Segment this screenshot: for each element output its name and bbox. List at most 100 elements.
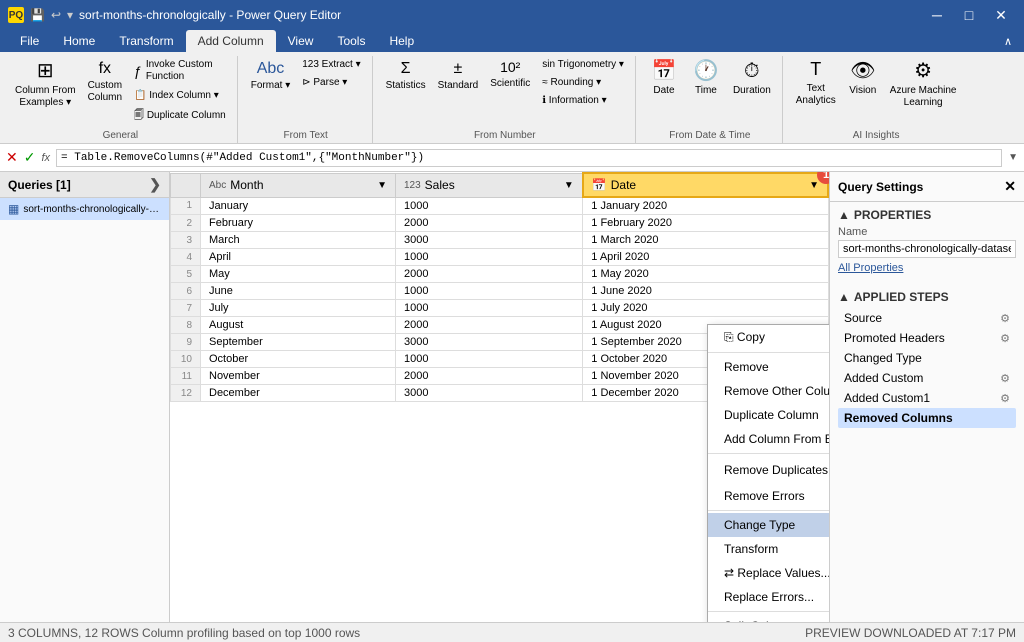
name-input[interactable] xyxy=(838,240,1016,258)
extract-button[interactable]: 123 Extract ▾ xyxy=(297,56,365,73)
table-row[interactable]: 1 January 1000 1 January 2020 xyxy=(171,197,829,215)
general-buttons: ⊞ Column FromExamples ▾ fx CustomColumn … xyxy=(10,56,231,128)
standard-label: Standard xyxy=(438,80,479,92)
step-removed-columns[interactable]: Removed Columns xyxy=(838,408,1016,428)
step-promoted-headers[interactable]: Promoted Headers ⚙ xyxy=(838,328,1016,348)
ribbon-group-ai: T TextAnalytics 👁 Vision ⚙ Azure Machine… xyxy=(785,56,968,143)
step-added-custom-gear[interactable]: ⚙ xyxy=(1000,372,1010,385)
duplicate-column-button[interactable]: 🗐 Duplicate Column xyxy=(129,105,231,128)
properties-section-title: ▲ PROPERTIES xyxy=(838,208,1016,222)
ctx-remove[interactable]: Remove xyxy=(708,355,829,379)
minimize-button[interactable]: ─ xyxy=(922,4,952,26)
formula-confirm[interactable]: ✓ xyxy=(24,149,36,166)
ctx-replace-errors[interactable]: Replace Errors... xyxy=(708,585,829,609)
tab-add-column[interactable]: Add Column xyxy=(186,30,276,52)
date-filter-icon[interactable]: ▼ xyxy=(809,180,819,191)
formula-cancel[interactable]: ✕ xyxy=(6,149,18,166)
formula-input[interactable] xyxy=(56,149,1002,167)
collapse-ribbon[interactable]: ∧ xyxy=(1004,35,1012,48)
query-settings-panel: Query Settings ✕ ▲ PROPERTIES Name All P… xyxy=(829,172,1024,622)
duration-button[interactable]: ⏱ Duration xyxy=(728,56,776,100)
step-added-custom[interactable]: Added Custom ⚙ xyxy=(838,368,1016,388)
col-header-rownum xyxy=(171,173,201,197)
general-label: General xyxy=(103,130,139,141)
scientific-button[interactable]: 10² Scientific xyxy=(485,56,535,93)
text-analytics-button[interactable]: T TextAnalytics xyxy=(791,56,841,110)
context-menu: ⎘ Copy Remove Remove Other Columns Dupli… xyxy=(707,324,829,622)
quick-save[interactable]: 💾 xyxy=(30,8,45,22)
col-header-month[interactable]: Abc Month ▼ xyxy=(201,173,396,197)
close-button[interactable]: ✕ xyxy=(986,4,1016,26)
quick-undo[interactable]: ↩ xyxy=(51,8,61,22)
tab-view[interactable]: View xyxy=(276,30,326,52)
tab-transform[interactable]: Transform xyxy=(107,30,185,52)
step-added-custom1-gear[interactable]: ⚙ xyxy=(1000,392,1010,405)
step-source-gear[interactable]: ⚙ xyxy=(1000,312,1010,325)
parse-button[interactable]: ⊳ Parse ▾ xyxy=(297,74,365,91)
tab-help[interactable]: Help xyxy=(377,30,426,52)
ctx-split-column[interactable]: Split Column ▶ xyxy=(708,614,829,622)
table-row[interactable]: 7 July 1000 1 July 2020 xyxy=(171,300,829,317)
ctx-remove-label: Remove xyxy=(724,360,769,374)
invoke-index-area: ƒ Invoke CustomFunction 📋 Index Column ▾… xyxy=(129,56,231,128)
query-settings-header: Query Settings ✕ xyxy=(830,172,1024,202)
ribbon: ⊞ Column FromExamples ▾ fx CustomColumn … xyxy=(0,52,1024,144)
ctx-replace-values[interactable]: ⇄ Replace Values... xyxy=(708,561,829,585)
step-source-label: Source xyxy=(844,311,882,325)
standard-button[interactable]: ± Standard xyxy=(433,56,484,95)
table-row[interactable]: 3 March 3000 1 March 2020 xyxy=(171,232,829,249)
data-area[interactable]: Abc Month ▼ 123 Sales ▼ xyxy=(170,172,829,622)
sales-filter-icon[interactable]: ▼ xyxy=(564,180,574,191)
title-bar-left: PQ 💾 ↩ ▾ sort-months-chronologically - P… xyxy=(8,7,341,23)
queries-collapse-button[interactable]: ❯ xyxy=(149,176,161,193)
date-button[interactable]: 📅 Date xyxy=(644,56,684,100)
ctx-remove-dups[interactable]: Remove Duplicates 2 xyxy=(708,456,829,484)
all-properties-link[interactable]: All Properties xyxy=(838,262,1016,274)
text-analytics-icon: T xyxy=(810,59,821,81)
tab-home[interactable]: Home xyxy=(51,30,107,52)
ctx-transform[interactable]: Transform ▶ xyxy=(708,537,829,561)
step-promoted-gear[interactable]: ⚙ xyxy=(1000,332,1010,345)
statistics-button[interactable]: Σ Statistics xyxy=(381,56,431,95)
time-button[interactable]: 🕐 Time xyxy=(686,56,726,100)
ribbon-group-from-number: Σ Statistics ± Standard 10² Scientific s… xyxy=(375,56,636,143)
maximize-button[interactable]: □ xyxy=(954,4,984,26)
duration-label: Duration xyxy=(733,85,771,97)
index-column-button[interactable]: 📋 Index Column ▾ xyxy=(129,87,231,104)
cell-date: 1 February 2020 xyxy=(583,215,828,232)
ctx-copy[interactable]: ⎘ Copy xyxy=(708,325,829,350)
query-settings-close[interactable]: ✕ xyxy=(1004,178,1016,195)
text-analytics-label: TextAnalytics xyxy=(796,83,836,107)
tab-file[interactable]: File xyxy=(8,30,51,52)
table-row[interactable]: 6 June 1000 1 June 2020 xyxy=(171,283,829,300)
azure-ml-button[interactable]: ⚙ Azure MachineLearning xyxy=(885,56,962,112)
format-button[interactable]: Abc Format ▾ xyxy=(246,56,295,95)
invoke-custom-button[interactable]: ƒ Invoke CustomFunction xyxy=(129,56,231,86)
ctx-change-type[interactable]: Change Type ▶ xyxy=(708,513,829,537)
month-filter-icon[interactable]: ▼ xyxy=(377,180,387,191)
ctx-add-examples[interactable]: Add Column From Examples... xyxy=(708,427,829,451)
col-header-date[interactable]: 📅 Date ▼ 1 xyxy=(583,173,828,197)
quick-customize[interactable]: ▾ xyxy=(67,8,73,22)
ctx-remove-errors[interactable]: Remove Errors xyxy=(708,484,829,508)
query-item-dataset[interactable]: ▦ sort-months-chronologically-dataset xyxy=(0,198,169,220)
cell-month: March xyxy=(201,232,396,249)
ctx-duplicate[interactable]: Duplicate Column xyxy=(708,403,829,427)
table-row[interactable]: 4 April 1000 1 April 2020 xyxy=(171,249,829,266)
information-button[interactable]: ℹ Information ▾ xyxy=(537,92,629,109)
step-changed-type[interactable]: Changed Type xyxy=(838,348,1016,368)
step-added-custom1[interactable]: Added Custom1 ⚙ xyxy=(838,388,1016,408)
trigonometry-button[interactable]: sin Trigonometry ▾ xyxy=(537,56,629,73)
column-from-examples-button[interactable]: ⊞ Column FromExamples ▾ xyxy=(10,56,81,112)
ctx-remove-other[interactable]: Remove Other Columns xyxy=(708,379,829,403)
step-source[interactable]: Source ⚙ xyxy=(838,308,1016,328)
vision-button[interactable]: 👁 Vision xyxy=(843,56,883,100)
tab-tools[interactable]: Tools xyxy=(325,30,377,52)
col-header-sales[interactable]: 123 Sales ▼ xyxy=(395,173,582,197)
scientific-icon: 10² xyxy=(500,59,520,76)
table-row[interactable]: 5 May 2000 1 May 2020 xyxy=(171,266,829,283)
rounding-button[interactable]: ≈ Rounding ▾ xyxy=(537,74,629,91)
formula-dropdown-arrow[interactable]: ▼ xyxy=(1008,152,1018,163)
table-row[interactable]: 2 February 2000 1 February 2020 xyxy=(171,215,829,232)
custom-column-button[interactable]: fx CustomColumn xyxy=(83,56,127,107)
